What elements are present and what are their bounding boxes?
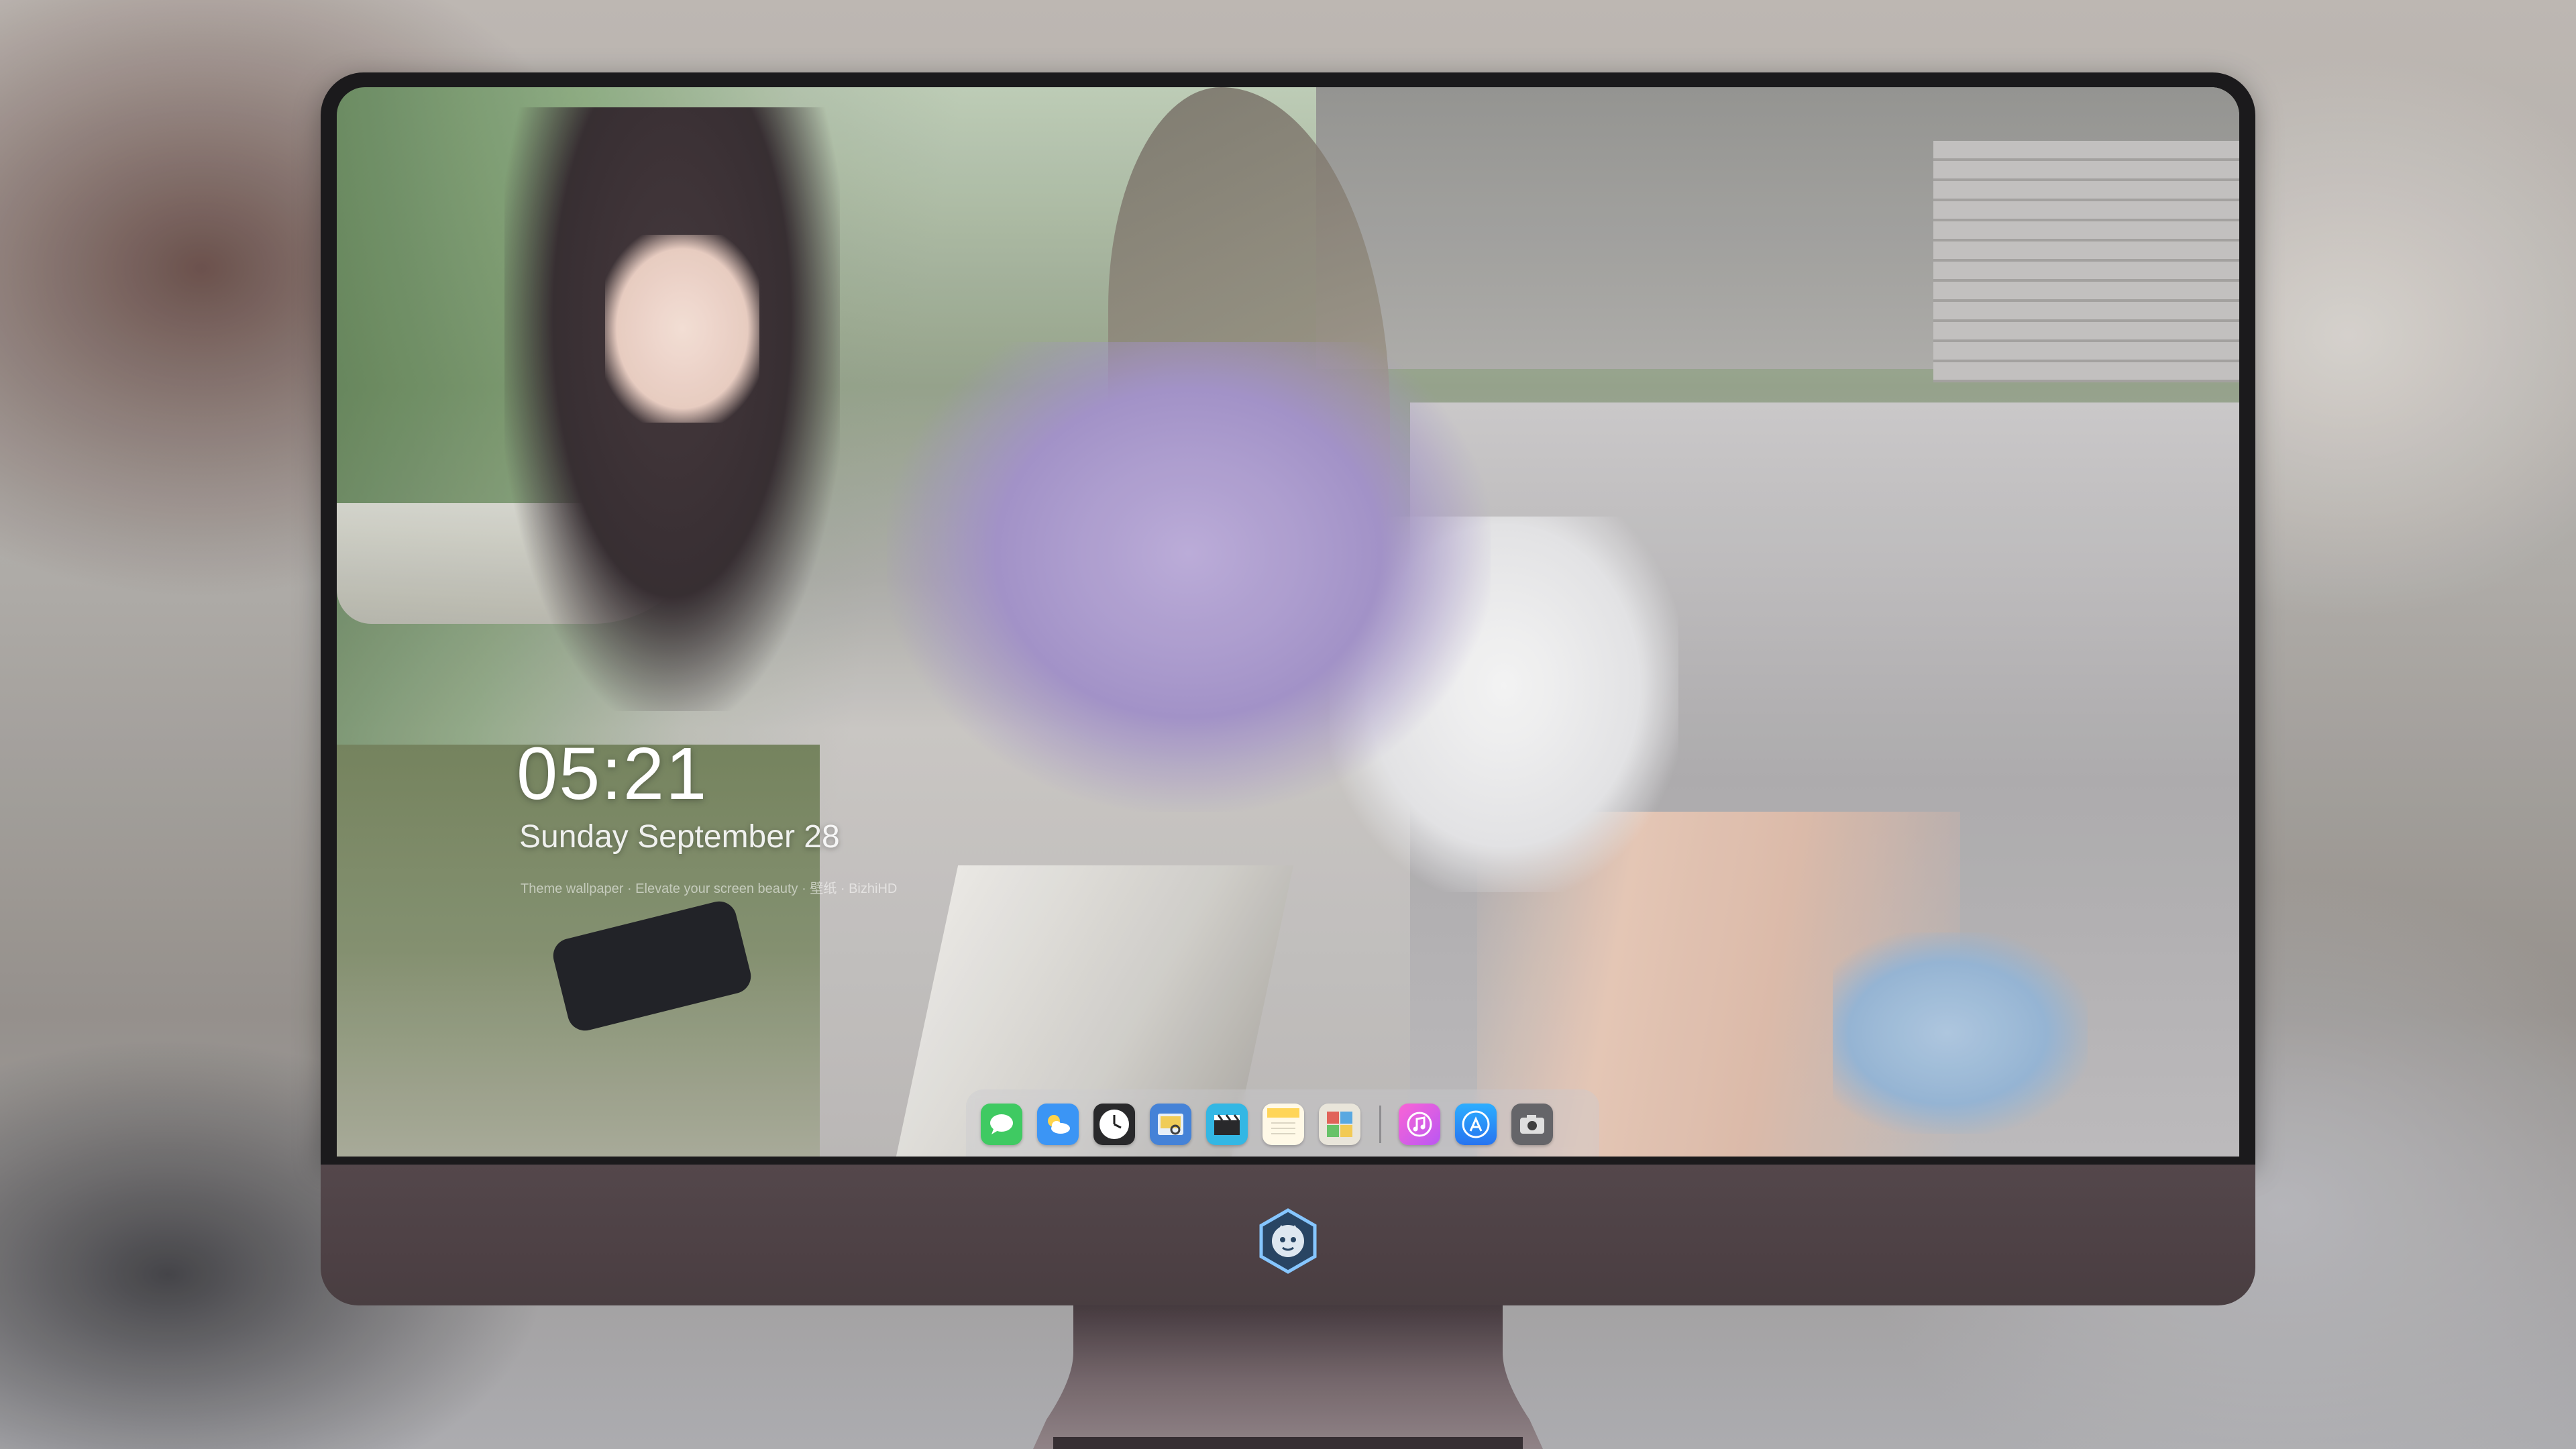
messages-icon[interactable]: [981, 1104, 1022, 1145]
dock: [966, 1089, 1599, 1157]
clock-icon[interactable]: [1093, 1104, 1135, 1145]
app-store-icon[interactable]: [1455, 1104, 1497, 1145]
music-icon[interactable]: [1399, 1104, 1440, 1145]
wallpaper-figure-face: [605, 235, 759, 423]
desktop-background: 05:21 Sunday September 28 Theme wallpape…: [0, 0, 2576, 1449]
lock-screen-time: 05:21: [517, 733, 708, 815]
lock-screen: 05:21 Sunday September 28 Theme wallpape…: [337, 87, 2239, 1157]
preview-icon[interactable]: [1150, 1104, 1191, 1145]
camera-icon[interactable]: [1511, 1104, 1553, 1145]
wallpaper-figure-sweater: [887, 342, 1491, 812]
photo-booth-icon[interactable]: [1319, 1104, 1360, 1145]
lock-screen-date: Sunday September 28: [519, 819, 840, 855]
wallpaper-stairs: [1933, 141, 2239, 382]
monitor-chin: [321, 1165, 2255, 1305]
monitor-bezel: 05:21 Sunday September 28 Theme wallpape…: [321, 72, 2255, 1165]
clips-icon[interactable]: [1206, 1104, 1248, 1145]
wallpaper-caption: Theme wallpaper · Elevate your screen be…: [521, 881, 898, 896]
monitor-stand: [1033, 1305, 1543, 1449]
monitor-frame: 05:21 Sunday September 28 Theme wallpape…: [321, 72, 2255, 1305]
wallpaper-shoe: [1833, 932, 2088, 1134]
dock-separator: [1379, 1106, 1381, 1143]
brand-logo-icon: [1259, 1208, 1317, 1274]
notes-icon[interactable]: [1263, 1104, 1304, 1145]
weather-icon[interactable]: [1037, 1104, 1079, 1145]
